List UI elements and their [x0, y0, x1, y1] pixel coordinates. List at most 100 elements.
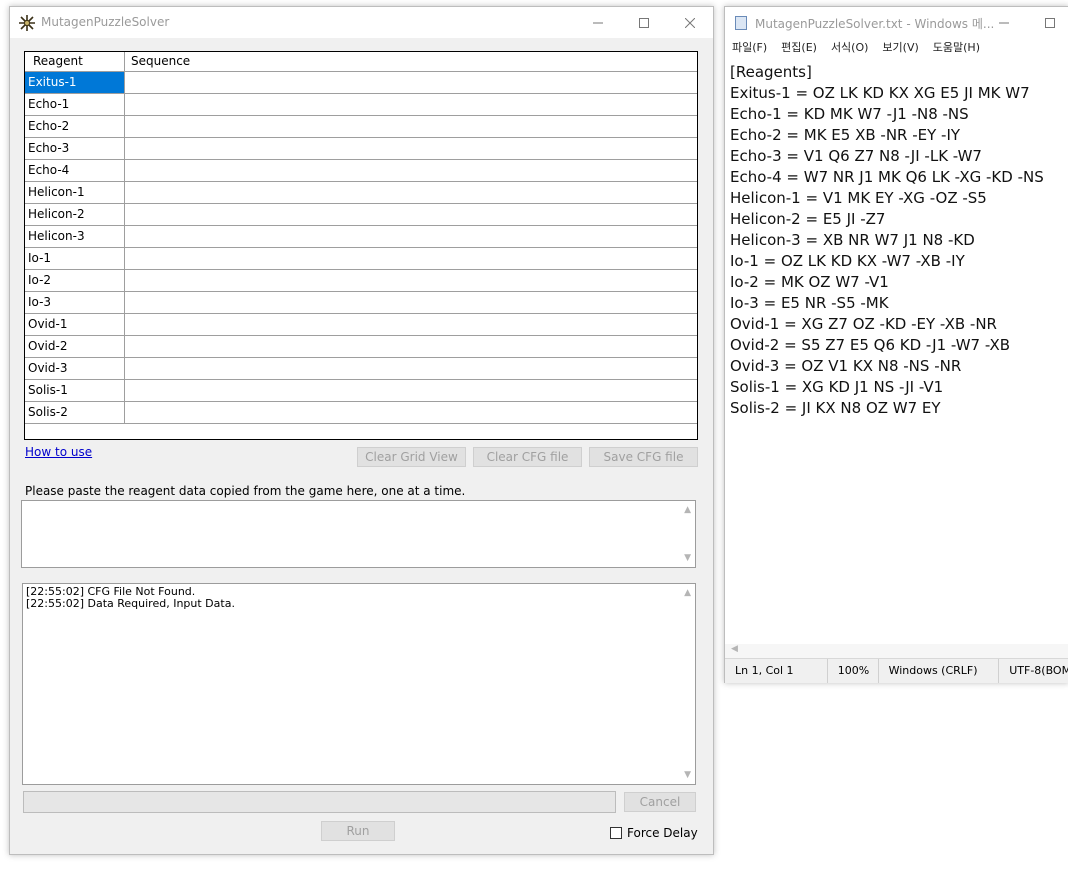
sequence-cell[interactable] [125, 94, 697, 115]
grid-row[interactable]: Helicon-1 [25, 182, 697, 204]
grid-row[interactable]: Ovid-3 [25, 358, 697, 380]
app-bug-icon [19, 15, 35, 31]
reagent-grid[interactable]: Reagent Sequence Exitus-1 Echo-1 Echo-2 … [24, 51, 698, 440]
sequence-cell[interactable] [125, 160, 697, 181]
grid-row[interactable]: Helicon-2 [25, 204, 697, 226]
grid-row[interactable]: Echo-3 [25, 138, 697, 160]
clear-grid-view-button[interactable]: Clear Grid View [357, 447, 466, 467]
horizontal-scrollbar[interactable]: ◀ [725, 644, 1068, 658]
notepad-titlebar[interactable]: MutagenPuzzleSolver.txt - Windows 메... [725, 7, 1068, 38]
log-output[interactable]: [22:55:02] CFG File Not Found. [22:55:02… [22, 583, 696, 785]
minimize-button[interactable] [575, 7, 621, 38]
reagent-cell[interactable]: Ovid-3 [25, 358, 125, 379]
grid-header: Reagent Sequence [25, 52, 697, 72]
header-reagent[interactable]: Reagent [25, 52, 125, 71]
reagent-cell[interactable]: Io-2 [25, 270, 125, 291]
scroll-down-icon[interactable]: ▼ [684, 553, 691, 563]
notepad-minimize-button[interactable] [981, 7, 1027, 38]
reagent-cell[interactable]: Echo-2 [25, 116, 125, 137]
close-button[interactable] [667, 7, 713, 38]
sequence-cell[interactable] [125, 226, 697, 247]
reagent-cell[interactable]: Helicon-3 [25, 226, 125, 247]
sequence-cell[interactable] [125, 248, 697, 269]
status-zoom: 100% [828, 659, 879, 683]
force-delay-checkbox[interactable] [610, 827, 622, 839]
sequence-cell[interactable] [125, 402, 697, 423]
menu-edit[interactable]: 편집(E) [774, 38, 824, 58]
force-delay-label: Force Delay [627, 826, 698, 840]
sequence-cell[interactable] [125, 292, 697, 313]
scroll-up-icon[interactable]: ▲ [684, 505, 691, 515]
notepad-maximize-button[interactable] [1027, 7, 1068, 38]
grid-row[interactable]: Exitus-1 [25, 72, 697, 94]
reagent-cell[interactable]: Helicon-1 [25, 182, 125, 203]
close-icon [685, 17, 695, 28]
minimize-icon [999, 22, 1009, 23]
text-line: Io-1 = OZ LK KD KX -W7 -XB -IY [730, 252, 965, 270]
notepad-text-area[interactable]: [Reagents] Exitus-1 = OZ LK KD KX XG E5 … [730, 62, 1068, 419]
sequence-cell[interactable] [125, 270, 697, 291]
text-line: Ovid-3 = OZ V1 KX N8 -NS -NR [730, 357, 962, 375]
scroll-down-icon[interactable]: ▼ [684, 770, 691, 780]
sequence-cell[interactable] [125, 380, 697, 401]
paste-instruction-label: Please paste the reagent data copied fro… [25, 484, 466, 498]
scroll-up-icon[interactable]: ▲ [684, 588, 691, 598]
sequence-cell[interactable] [125, 72, 697, 93]
reagent-cell[interactable]: Ovid-1 [25, 314, 125, 335]
force-delay-option[interactable]: Force Delay [610, 826, 698, 840]
status-line-ending: Windows (CRLF) [879, 659, 1000, 683]
grid-row[interactable]: Io-1 [25, 248, 697, 270]
header-sequence[interactable]: Sequence [125, 52, 697, 71]
menu-view[interactable]: 보기(V) [875, 38, 925, 58]
menu-format[interactable]: 서식(O) [824, 38, 875, 58]
text-line: Helicon-1 = V1 MK EY -XG -OZ -S5 [730, 189, 987, 207]
reagent-cell[interactable]: Io-3 [25, 292, 125, 313]
cancel-button[interactable]: Cancel [624, 792, 696, 812]
reagent-paste-input[interactable]: ▲ ▼ [21, 500, 696, 568]
notepad-statusbar: Ln 1, Col 1 100% Windows (CRLF) UTF-8(BO… [725, 658, 1068, 683]
sequence-cell[interactable] [125, 358, 697, 379]
notepad-icon [735, 16, 747, 30]
text-line: Solis-1 = XG KD J1 NS -JI -V1 [730, 378, 944, 396]
sequence-cell[interactable] [125, 116, 697, 137]
reagent-cell[interactable]: Echo-4 [25, 160, 125, 181]
grid-row[interactable]: Echo-1 [25, 94, 697, 116]
grid-row[interactable]: Echo-4 [25, 160, 697, 182]
run-button[interactable]: Run [321, 821, 395, 841]
reagent-cell[interactable]: Helicon-2 [25, 204, 125, 225]
save-cfg-file-button[interactable]: Save CFG file [589, 447, 698, 467]
clear-cfg-file-button[interactable]: Clear CFG file [473, 447, 582, 467]
text-line: Ovid-1 = XG Z7 OZ -KD -EY -XB -NR [730, 315, 997, 333]
grid-row[interactable]: Echo-2 [25, 116, 697, 138]
reagent-cell[interactable]: Solis-1 [25, 380, 125, 401]
text-line: Echo-3 = V1 Q6 Z7 N8 -JI -LK -W7 [730, 147, 982, 165]
maximize-icon [1045, 17, 1055, 28]
grid-row[interactable]: Io-2 [25, 270, 697, 292]
reagent-cell[interactable]: Io-1 [25, 248, 125, 269]
scroll-left-icon[interactable]: ◀ [731, 644, 738, 654]
grid-row[interactable]: Solis-1 [25, 380, 697, 402]
grid-row[interactable]: Io-3 [25, 292, 697, 314]
grid-row[interactable]: Solis-2 [25, 402, 697, 424]
maximize-button[interactable] [621, 7, 667, 38]
log-line: [22:55:02] Data Required, Input Data. [26, 597, 235, 610]
grid-row[interactable]: Ovid-1 [25, 314, 697, 336]
reagent-cell[interactable]: Ovid-2 [25, 336, 125, 357]
solver-window: MutagenPuzzleSolver Reagent Sequence Exi… [9, 6, 714, 855]
sequence-cell[interactable] [125, 182, 697, 203]
reagent-cell[interactable]: Echo-1 [25, 94, 125, 115]
solver-titlebar[interactable]: MutagenPuzzleSolver [10, 7, 713, 38]
grid-row[interactable]: Ovid-2 [25, 336, 697, 358]
sequence-cell[interactable] [125, 138, 697, 159]
progress-bar [23, 791, 616, 813]
reagent-cell[interactable]: Echo-3 [25, 138, 125, 159]
reagent-cell[interactable]: Solis-2 [25, 402, 125, 423]
sequence-cell[interactable] [125, 314, 697, 335]
menu-file[interactable]: 파일(F) [725, 38, 774, 58]
grid-row[interactable]: Helicon-3 [25, 226, 697, 248]
sequence-cell[interactable] [125, 204, 697, 225]
how-to-use-link[interactable]: How to use [25, 445, 92, 459]
reagent-cell[interactable]: Exitus-1 [25, 72, 125, 93]
sequence-cell[interactable] [125, 336, 697, 357]
menu-help[interactable]: 도움말(H) [926, 38, 987, 58]
